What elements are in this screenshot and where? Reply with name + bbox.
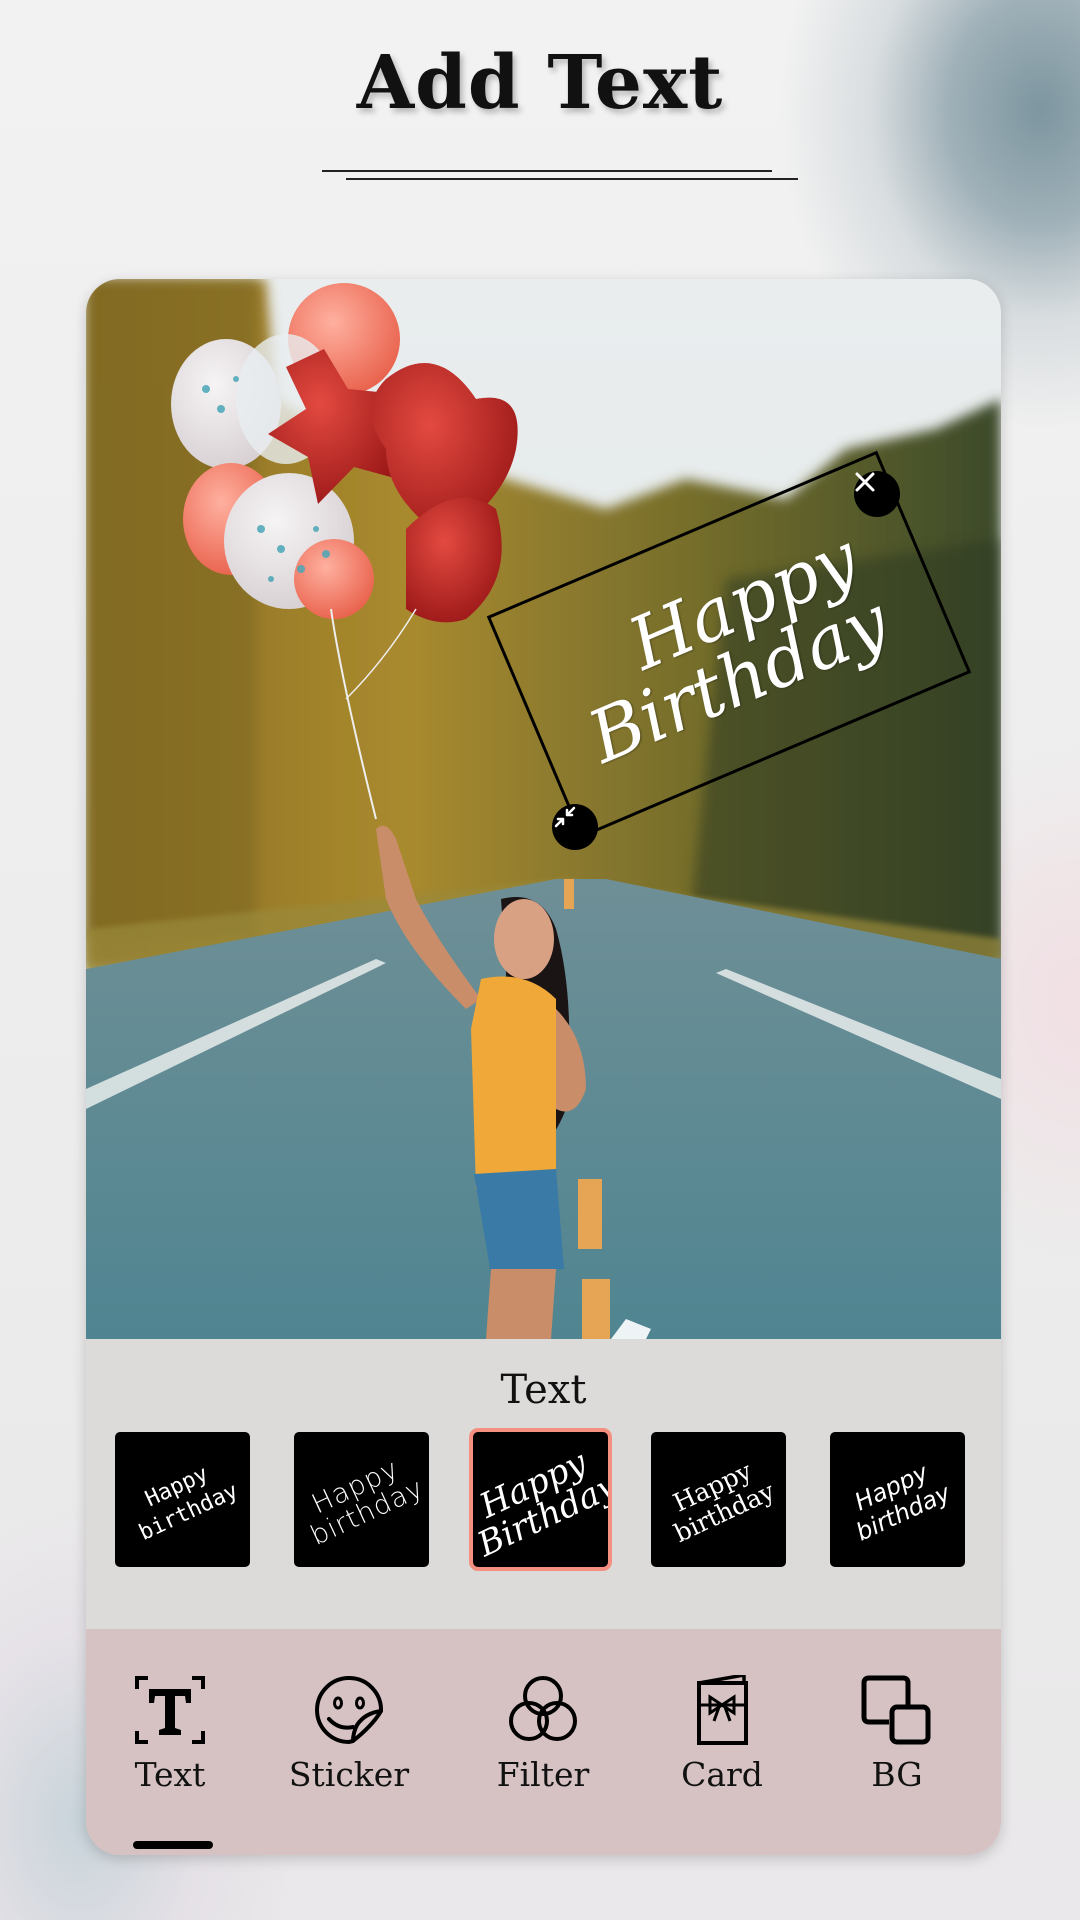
text-style-option[interactable]: Happy birthday <box>115 1432 250 1567</box>
toolbar-item-text[interactable]: Text <box>95 1675 245 1849</box>
active-tab-indicator <box>133 1841 213 1849</box>
toolbar-item-card[interactable]: Card <box>647 1675 797 1825</box>
toolbar-label: BG <box>871 1755 923 1794</box>
text-style-option[interactable]: Happy birthday <box>651 1432 786 1567</box>
text-style-option-selected[interactable]: Happy Birthday <box>473 1432 608 1567</box>
photo-image <box>86 279 1001 1339</box>
background-icon <box>861 1675 931 1745</box>
title-divider-bottom <box>346 178 798 180</box>
close-icon <box>855 472 875 492</box>
text-style-option[interactable]: Happy birthday <box>830 1432 965 1567</box>
bottom-toolbar: Text Sticker Filter Card BG <box>86 1629 1001 1855</box>
card-icon <box>697 1675 748 1745</box>
text-style-list: Happy birthday Happy birthday Happy Birt… <box>86 1432 1001 1572</box>
title-divider-top <box>322 170 772 172</box>
toolbar-item-bg[interactable]: BG <box>822 1675 972 1825</box>
sticker-close-button[interactable] <box>854 471 900 517</box>
text-icon <box>135 1676 205 1744</box>
toolbar-label: Sticker <box>288 1755 410 1794</box>
sticker-icon <box>315 1676 384 1745</box>
toolbar-label: Card <box>681 1755 763 1794</box>
page-title: Add Text <box>356 40 724 126</box>
toolbar-item-filter[interactable]: Filter <box>468 1675 618 1825</box>
panel-title: Text <box>500 1367 587 1413</box>
sticker-resize-handle[interactable] <box>552 804 598 850</box>
photo-canvas[interactable]: Happy Birthday <box>86 279 1001 1339</box>
toolbar-label: Text <box>134 1755 206 1794</box>
text-style-panel: Text Happy birthday Happy birthday Happy… <box>86 1339 1001 1629</box>
filter-icon <box>509 1676 577 1741</box>
text-style-option[interactable]: Happy birthday <box>294 1432 429 1567</box>
resize-icon <box>554 806 576 828</box>
toolbar-item-sticker[interactable]: Sticker <box>274 1675 424 1825</box>
toolbar-label: Filter <box>496 1755 590 1794</box>
editor-card: Happy Birthday Text Happy birthday Happy… <box>86 279 1001 1855</box>
